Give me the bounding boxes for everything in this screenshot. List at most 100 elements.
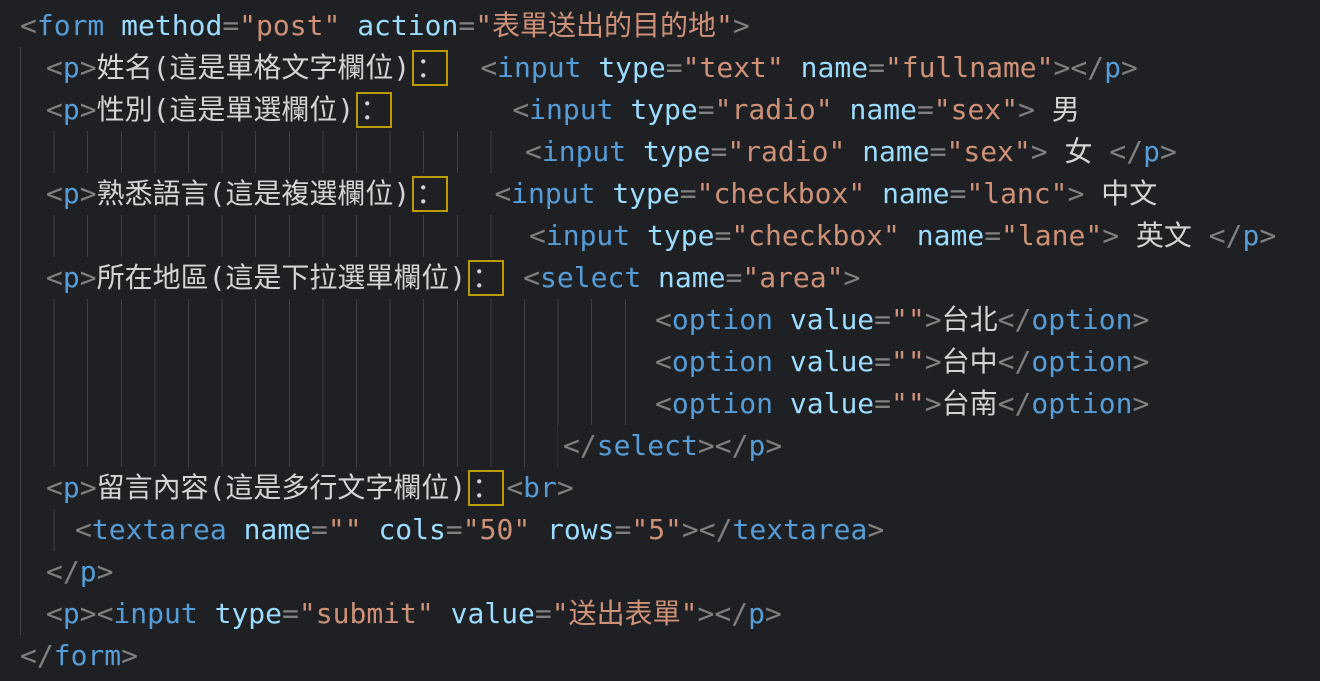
indent-guides bbox=[20, 341, 644, 383]
token-attribute: type bbox=[598, 51, 665, 84]
token-tag: input bbox=[511, 177, 595, 210]
token-punctuation: > bbox=[765, 597, 782, 630]
indent-whitespace bbox=[20, 76, 46, 77]
code-line-4: <input type="radio" name="sex"> 女 </p> bbox=[20, 131, 1320, 173]
indent-guides bbox=[20, 425, 558, 467]
code-editor[interactable]: <form method="post" action="表單送出的目的地"><p… bbox=[0, 0, 1320, 680]
code-line-8: <option value="">台北</option> bbox=[20, 299, 1320, 341]
token-attribute: type bbox=[215, 597, 282, 630]
token-punctuation: < bbox=[97, 597, 114, 630]
token-punctuation: = bbox=[680, 177, 697, 210]
token-tag: input bbox=[546, 219, 630, 252]
token-tag: p bbox=[80, 555, 97, 588]
token-text bbox=[613, 93, 630, 126]
token-punctuation: = bbox=[868, 51, 885, 84]
token-text bbox=[340, 9, 357, 42]
token-string: "送出表單" bbox=[552, 597, 698, 630]
token-tag: input bbox=[497, 51, 581, 84]
token-attribute: name bbox=[882, 177, 949, 210]
indent-whitespace bbox=[20, 454, 563, 455]
token-text bbox=[198, 597, 215, 630]
code-line-7: <p>所在地區(這是下拉選單欄位)： <select name="area"> bbox=[20, 257, 1320, 299]
indent-guides bbox=[20, 131, 512, 173]
token-punctuation: > bbox=[698, 429, 715, 462]
token-punctuation: </ bbox=[715, 429, 749, 462]
token-string: "sex" bbox=[946, 135, 1030, 168]
token-tag: option bbox=[1031, 387, 1132, 420]
token-string: "radio" bbox=[715, 93, 833, 126]
indent-whitespace bbox=[20, 622, 46, 623]
token-string: "text" bbox=[683, 51, 784, 84]
token-punctuation: < bbox=[20, 9, 37, 42]
token-text bbox=[773, 387, 790, 420]
token-punctuation: > bbox=[1259, 219, 1276, 252]
token-attribute: type bbox=[643, 135, 710, 168]
unicode-highlight-colon: ： bbox=[356, 92, 392, 128]
token-punctuation: > bbox=[121, 639, 138, 672]
token-punctuation: > bbox=[925, 345, 942, 378]
token-punctuation: > bbox=[80, 261, 97, 294]
unicode-highlight-colon: ： bbox=[412, 176, 448, 212]
indent-whitespace bbox=[20, 160, 525, 161]
token-attribute: name bbox=[850, 93, 917, 126]
token-punctuation: </ bbox=[1070, 51, 1104, 84]
token-punctuation: > bbox=[682, 513, 699, 546]
token-punctuation: </ bbox=[1209, 219, 1243, 252]
indent-whitespace bbox=[20, 370, 655, 371]
token-attribute: cols bbox=[378, 513, 445, 546]
token-tag: input bbox=[113, 597, 197, 630]
code-line-11: </select></p> bbox=[20, 425, 1320, 467]
token-attribute: type bbox=[630, 93, 697, 126]
tab-whitespace bbox=[394, 118, 512, 119]
token-text: 熟悉語言(這是複選欄位) bbox=[97, 177, 411, 210]
token-string: "fullname" bbox=[885, 51, 1054, 84]
token-text bbox=[784, 51, 801, 84]
token-punctuation: < bbox=[46, 471, 63, 504]
token-tag: option bbox=[672, 303, 773, 336]
token-punctuation: < bbox=[655, 387, 672, 420]
token-tag: p bbox=[748, 597, 765, 630]
token-punctuation: = bbox=[874, 345, 891, 378]
token-punctuation: > bbox=[80, 93, 97, 126]
indent-guides bbox=[20, 593, 22, 635]
token-text: 性別(這是單選欄位) bbox=[97, 93, 355, 126]
token-punctuation: </ bbox=[998, 303, 1032, 336]
token-text bbox=[104, 9, 121, 42]
token-attribute: value bbox=[790, 345, 874, 378]
token-punctuation: > bbox=[1133, 345, 1150, 378]
token-tag: input bbox=[529, 93, 613, 126]
token-punctuation: </ bbox=[998, 387, 1032, 420]
code-line-2: <p>姓名(這是單格文字欄位)：<input type="text" name=… bbox=[20, 47, 1320, 89]
token-attribute: rows bbox=[547, 513, 614, 546]
code-line-5: <p>熟悉語言(這是複選欄位)：<input type="checkbox" n… bbox=[20, 173, 1320, 215]
token-punctuation: = bbox=[458, 9, 475, 42]
token-text bbox=[434, 597, 451, 630]
token-text bbox=[845, 135, 862, 168]
token-attribute: type bbox=[647, 219, 714, 252]
token-punctuation: > bbox=[867, 513, 884, 546]
token-punctuation: </ bbox=[714, 597, 748, 630]
token-punctuation: > bbox=[80, 177, 97, 210]
token-punctuation: < bbox=[655, 303, 672, 336]
indent-whitespace bbox=[20, 202, 46, 203]
token-tag: option bbox=[672, 345, 773, 378]
token-punctuation: </ bbox=[20, 639, 54, 672]
token-tag: p bbox=[1104, 51, 1121, 84]
token-punctuation: = bbox=[535, 597, 552, 630]
token-text bbox=[595, 177, 612, 210]
indent-whitespace bbox=[20, 118, 46, 119]
token-tag: input bbox=[542, 135, 626, 168]
indent-guides bbox=[20, 467, 22, 509]
token-attribute: name bbox=[244, 513, 311, 546]
indent-whitespace bbox=[20, 286, 46, 287]
token-attribute: name bbox=[801, 51, 868, 84]
token-text bbox=[641, 261, 658, 294]
token-punctuation: > bbox=[1031, 135, 1048, 168]
token-text: 女 bbox=[1048, 135, 1110, 168]
code-line-14: </p> bbox=[20, 551, 1320, 593]
code-line-13: <textarea name="" cols="50" rows="5"></t… bbox=[20, 509, 1320, 551]
indent-guides bbox=[20, 215, 512, 257]
token-punctuation: = bbox=[874, 303, 891, 336]
token-attribute: value bbox=[790, 303, 874, 336]
indent-guides bbox=[20, 173, 22, 215]
